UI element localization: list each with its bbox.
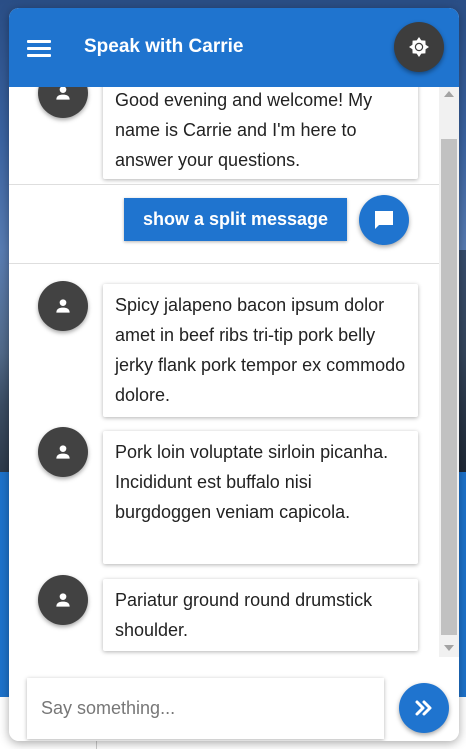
avatar bbox=[38, 281, 88, 331]
background-rule bbox=[96, 741, 97, 749]
chat-messages[interactable]: Good evening and welcome! My name is Car… bbox=[9, 87, 459, 657]
message-bubble: Pork loin voluptate sirloin picanha. Inc… bbox=[103, 431, 418, 564]
avatar bbox=[38, 87, 88, 118]
chat-scrollbar[interactable] bbox=[439, 87, 459, 657]
person-icon bbox=[56, 593, 70, 607]
send-button[interactable] bbox=[399, 683, 449, 733]
chat-bubble-icon bbox=[375, 211, 393, 229]
person-icon bbox=[56, 87, 70, 100]
chat-composer bbox=[9, 657, 459, 741]
message-bubble: Pariatur ground round drumstick shoulder… bbox=[103, 579, 418, 651]
chat-widget: Speak with Carrie Good evening and welco… bbox=[9, 8, 459, 741]
message-bubble: Good evening and welcome! My name is Car… bbox=[103, 87, 418, 179]
settings-sun-icon bbox=[409, 37, 429, 57]
divider bbox=[9, 263, 439, 264]
double-chevron-right-icon bbox=[415, 700, 432, 716]
scroll-up-arrow-icon[interactable] bbox=[444, 91, 454, 97]
message-input[interactable] bbox=[27, 678, 384, 739]
show-split-message-button[interactable]: show a split message bbox=[124, 198, 347, 241]
scroll-down-arrow-icon[interactable] bbox=[444, 645, 454, 651]
divider bbox=[9, 184, 439, 185]
person-icon bbox=[56, 299, 70, 313]
avatar bbox=[38, 575, 88, 625]
hamburger-menu-icon[interactable] bbox=[27, 40, 51, 58]
scrollbar-thumb[interactable] bbox=[441, 139, 457, 635]
message-bubble: Spicy jalapeno bacon ipsum dolor amet in… bbox=[103, 284, 418, 417]
settings-button[interactable] bbox=[394, 22, 444, 72]
person-icon bbox=[56, 445, 70, 459]
chat-header: Speak with Carrie bbox=[9, 8, 459, 87]
chat-title: Speak with Carrie bbox=[84, 36, 244, 57]
chat-button[interactable] bbox=[359, 195, 409, 245]
avatar bbox=[38, 427, 88, 477]
